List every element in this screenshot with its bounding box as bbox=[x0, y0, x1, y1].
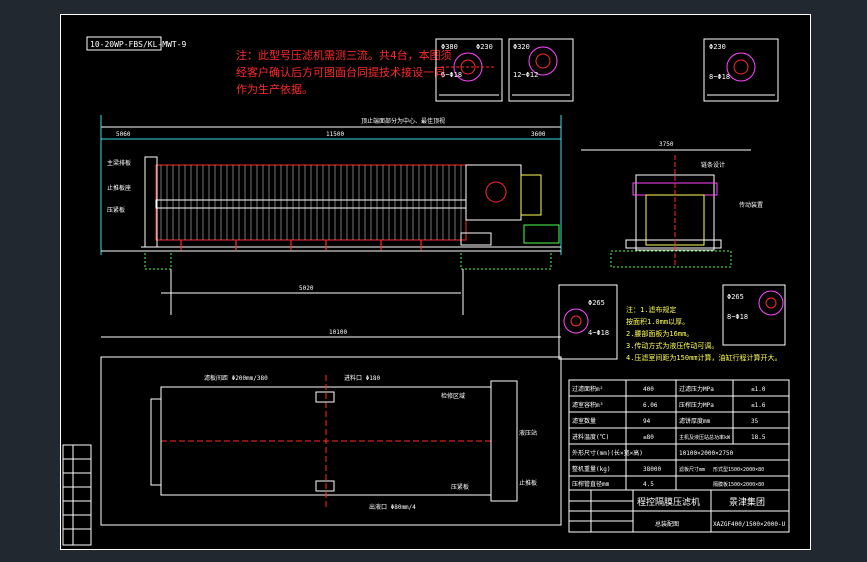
svg-text:压榨管直径mm: 压榨管直径mm bbox=[572, 480, 610, 488]
svg-text:38000: 38000 bbox=[643, 466, 661, 473]
main-elevation: 顶止端面部分为中心、最佳顶视 5060 11500 3600 5020 1010… bbox=[100, 115, 562, 338]
svg-text:按面积1.0mm以厚。: 按面积1.0mm以厚。 bbox=[626, 317, 689, 326]
svg-text:≤1.6: ≤1.6 bbox=[751, 402, 766, 409]
svg-text:Φ265: Φ265 bbox=[727, 293, 744, 301]
svg-text:压榨压力MPa: 压榨压力MPa bbox=[679, 401, 714, 409]
detail-1: Φ380 Φ230 6~Φ18 bbox=[435, 38, 503, 102]
svg-text:10100: 10100 bbox=[329, 329, 347, 336]
svg-text:4~Φ18: 4~Φ18 bbox=[588, 329, 609, 337]
svg-text:6~Φ18: 6~Φ18 bbox=[441, 71, 462, 79]
svg-text:35: 35 bbox=[751, 418, 759, 425]
svg-text:注：1.滤布规定: 注：1.滤布规定 bbox=[626, 305, 676, 314]
svg-text:压紧板: 压紧板 bbox=[451, 483, 469, 491]
svg-text:滤饼厚度mm: 滤饼厚度mm bbox=[679, 417, 711, 425]
svg-text:Φ265: Φ265 bbox=[588, 299, 605, 307]
note-line-2: 经客户确认后方可图面台同提技术接设一同 bbox=[236, 65, 445, 79]
svg-text:8~Φ18: 8~Φ18 bbox=[709, 73, 730, 81]
svg-text:滤室容积m³: 滤室容积m³ bbox=[572, 401, 603, 409]
svg-text:5060: 5060 bbox=[116, 131, 131, 138]
side-view: 3750 链条设计 传动装置 bbox=[581, 141, 763, 268]
svg-text:12~Φ12: 12~Φ12 bbox=[513, 71, 538, 79]
svg-text:94: 94 bbox=[643, 418, 651, 425]
plan-view: 滤板间距 Φ200mm/380 进料口 Φ180 检修区域 液压站 止推板 压紧… bbox=[100, 356, 562, 526]
svg-text:传动装置: 传动装置 bbox=[739, 201, 763, 209]
model-number: XAZGF400/1500×2000-U bbox=[713, 521, 786, 528]
svg-text:11500: 11500 bbox=[326, 131, 344, 138]
spec-table: 过滤面积m² 400 过滤压力MPa ≤1.0 滤室容积m³ 6.06 压榨压力… bbox=[568, 379, 790, 491]
drawing-tag: 10-20WP-FBS/KL-MWT-9 bbox=[90, 40, 187, 49]
svg-text:进料口 Φ180: 进料口 Φ180 bbox=[344, 374, 380, 382]
svg-text:滤板尺寸mm: 滤板尺寸mm bbox=[679, 466, 705, 473]
cad-drawing: 10-20WP-FBS/KL-MWT-9 注：此型号压滤机需测三流。共4台，本图… bbox=[62, 36, 790, 546]
svg-text:滤室数量: 滤室数量 bbox=[572, 417, 596, 425]
svg-text:10100×2000×2750: 10100×2000×2750 bbox=[679, 450, 734, 457]
svg-text:压紧板: 压紧板 bbox=[107, 206, 125, 214]
svg-text:止推板: 止推板 bbox=[519, 479, 537, 487]
svg-text:5020: 5020 bbox=[299, 285, 314, 292]
drawing-sheet: 10-20WP-FBS/KL-MWT-9 注：此型号压滤机需测三流。共4台，本图… bbox=[60, 14, 811, 550]
svg-text:主机及液压站总功率kW: 主机及液压站总功率kW bbox=[679, 434, 731, 441]
svg-text:2.腰部面板为16mm。: 2.腰部面板为16mm。 bbox=[626, 329, 693, 338]
svg-text:4.5: 4.5 bbox=[643, 481, 654, 488]
detail-3: Φ230 8~Φ18 bbox=[703, 38, 779, 102]
svg-text:Φ380: Φ380 bbox=[441, 43, 458, 51]
svg-text:3750: 3750 bbox=[659, 141, 674, 148]
svg-text:400: 400 bbox=[643, 386, 654, 393]
svg-text:外形尺寸(mm)(长×宽×高): 外形尺寸(mm)(长×宽×高) bbox=[572, 449, 643, 457]
svg-text:形式型1500×2000×80: 形式型1500×2000×80 bbox=[713, 466, 764, 473]
note-line-1: 注：此型号压滤机需测三流。共4台，本图须 bbox=[236, 48, 452, 62]
svg-text:检修区域: 检修区域 bbox=[441, 392, 465, 400]
technical-notes: 注：1.滤布规定 按面积1.0mm以厚。 2.腰部面板为16mm。 3.传动方式… bbox=[626, 305, 782, 362]
drawing-title: 程控隔膜压滤机 bbox=[637, 496, 700, 508]
svg-text:3.传动方式为液压传动可调。: 3.传动方式为液压传动可调。 bbox=[626, 341, 718, 350]
detail-4: Φ265 4~Φ18 bbox=[558, 284, 618, 360]
svg-text:≤80: ≤80 bbox=[643, 434, 654, 441]
title-block: 程控隔膜压滤机 景津集团 总装配图 XAZGF400/1500×2000-U bbox=[568, 489, 790, 533]
svg-text:进料温度(℃): 进料温度(℃) bbox=[572, 433, 609, 441]
svg-text:Φ320: Φ320 bbox=[513, 43, 530, 51]
svg-text:滤板间距 Φ200mm/380: 滤板间距 Φ200mm/380 bbox=[204, 374, 268, 382]
detail-5: Φ265 8~Φ18 bbox=[722, 284, 786, 346]
svg-text:8~Φ18: 8~Φ18 bbox=[727, 313, 748, 321]
svg-text:主梁排板: 主梁排板 bbox=[107, 159, 131, 167]
svg-text:止推板座: 止推板座 bbox=[107, 184, 131, 192]
svg-text:液压站: 液压站 bbox=[519, 429, 537, 437]
svg-text:Φ230: Φ230 bbox=[476, 43, 493, 51]
company-name: 景津集团 bbox=[729, 496, 765, 508]
red-note: 注：此型号压滤机需测三流。共4台，本图须 经客户确认后方可图面台同提技术接设一同… bbox=[236, 48, 452, 96]
svg-text:6.06: 6.06 bbox=[643, 402, 658, 409]
svg-text:18.5: 18.5 bbox=[751, 434, 766, 441]
svg-text:出液口 Φ80mm/4: 出液口 Φ80mm/4 bbox=[369, 503, 416, 511]
svg-text:整机重量(kg): 整机重量(kg) bbox=[572, 465, 610, 473]
svg-text:顶止端面部分为中心、最佳顶视: 顶止端面部分为中心、最佳顶视 bbox=[361, 117, 445, 125]
detail-2: Φ320 12~Φ12 bbox=[508, 38, 574, 102]
svg-text:链条设计: 链条设计 bbox=[701, 161, 725, 169]
sheet-name: 总装配图 bbox=[655, 520, 679, 528]
svg-text:过滤压力MPa: 过滤压力MPa bbox=[679, 385, 714, 393]
note-line-3: 作为生产依据。 bbox=[236, 82, 313, 96]
svg-text:4.压滤室间距为150mm计算，油缸行程计算开大。: 4.压滤室间距为150mm计算，油缸行程计算开大。 bbox=[626, 353, 782, 362]
svg-text:隔膜板1500×2000×80: 隔膜板1500×2000×80 bbox=[713, 481, 764, 488]
svg-text:Φ230: Φ230 bbox=[709, 43, 726, 51]
svg-text:过滤面积m²: 过滤面积m² bbox=[572, 385, 603, 393]
svg-text:3600: 3600 bbox=[531, 131, 546, 138]
side-table bbox=[62, 444, 92, 546]
svg-text:≤1.0: ≤1.0 bbox=[751, 386, 766, 393]
